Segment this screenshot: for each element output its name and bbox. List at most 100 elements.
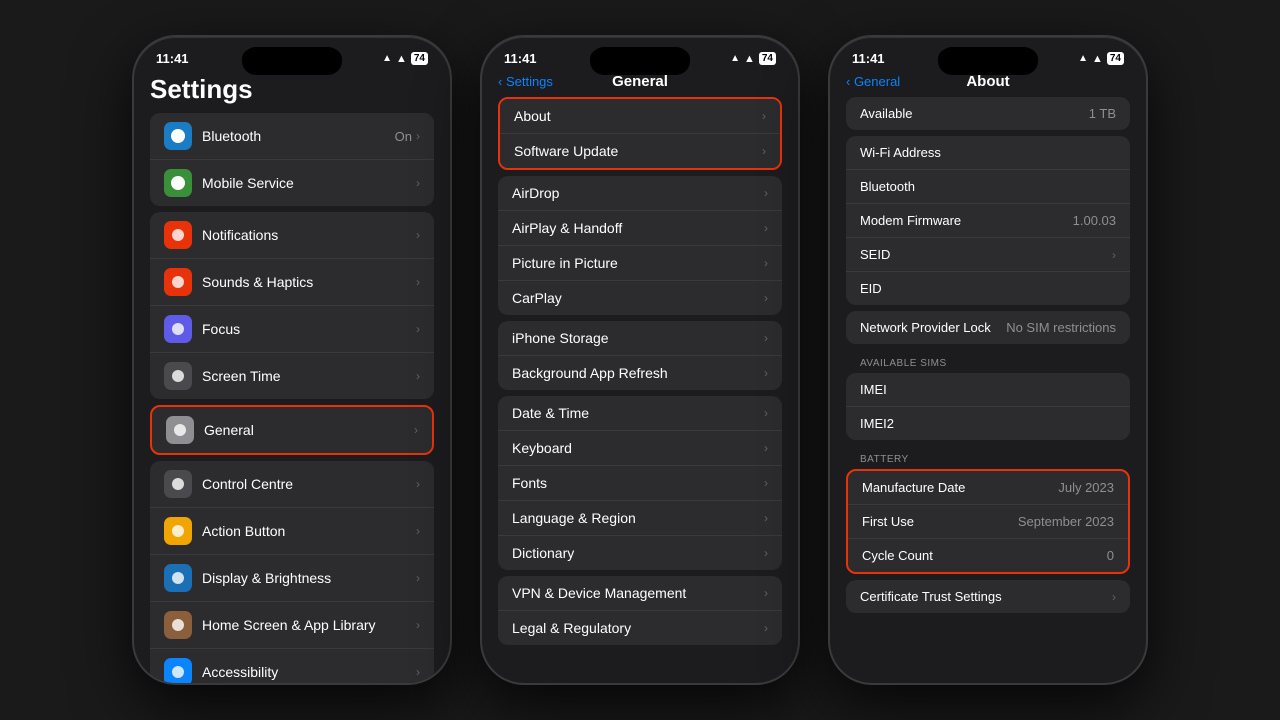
status-icons: ▲ ▲ 74 — [1078, 52, 1124, 65]
general-item-label: Date & Time — [512, 405, 764, 421]
about-group-1: Network Provider LockNo SIM restrictions — [846, 311, 1130, 344]
chevron-right-icon: › — [764, 291, 768, 305]
phones-container: 11:41 ▲ ▲ 74 Settings Bluetooth On › Mobile … — [0, 35, 1280, 685]
settings-item[interactable]: General› — [152, 407, 432, 453]
settings-item-value: On — [395, 129, 412, 144]
chevron-right-icon: › — [762, 144, 766, 158]
general-item[interactable]: CarPlay› — [498, 281, 782, 315]
general-item[interactable]: Language & Region› — [498, 501, 782, 536]
settings-item-label: Focus — [202, 321, 416, 337]
settings-item[interactable]: Sounds & Haptics› — [150, 259, 434, 306]
general-item[interactable]: AirPlay & Handoff› — [498, 211, 782, 246]
about-item: IMEI2 — [846, 407, 1130, 440]
settings-group-2: Control Centre›Action Button›Display & B… — [150, 461, 434, 684]
settings-item[interactable]: Accessibility› — [150, 649, 434, 684]
chevron-right-icon: › — [416, 275, 420, 289]
about-item-label: First Use — [862, 514, 914, 529]
about-top-group: Available 1 TB — [846, 97, 1130, 130]
general-item[interactable]: Fonts› — [498, 466, 782, 501]
general-group-0: About›Software Update› — [498, 97, 782, 170]
about-item-label: Wi-Fi Address — [860, 145, 941, 160]
general-item[interactable]: Date & Time› — [498, 396, 782, 431]
general-item-label: Language & Region — [512, 510, 764, 526]
chevron-right-icon: › — [764, 366, 768, 380]
chevron-right-icon: › — [416, 322, 420, 336]
chevron-right-icon: › — [416, 665, 420, 679]
settings-item[interactable]: Screen Time› — [150, 353, 434, 399]
settings-item-label: Home Screen & App Library — [202, 617, 416, 633]
settings-item[interactable]: Home Screen & App Library› — [150, 602, 434, 649]
settings-item[interactable]: Control Centre› — [150, 461, 434, 508]
chevron-right-icon: › — [764, 406, 768, 420]
general-item-label: Fonts — [512, 475, 764, 491]
chevron-right-icon: › — [764, 511, 768, 525]
about-item-label: SEID — [860, 247, 890, 262]
general-group-3: Date & Time›Keyboard›Fonts›Language & Re… — [498, 396, 782, 570]
about-item-label: EID — [860, 281, 882, 296]
alert-icon: ▲ — [382, 53, 392, 64]
general-item-label: Dictionary — [512, 545, 764, 561]
general-item[interactable]: VPN & Device Management› — [498, 576, 782, 611]
general-item[interactable]: About› — [500, 99, 780, 134]
settings-item[interactable]: BluetoothOn› — [150, 113, 434, 160]
about-item[interactable]: SEID› — [846, 238, 1130, 272]
settings-item-label: General — [204, 422, 414, 438]
chevron-right-icon: › — [764, 586, 768, 600]
general-item-label: Legal & Regulatory — [512, 620, 764, 636]
dynamic-island — [590, 47, 690, 75]
page-title: Settings — [134, 70, 450, 113]
settings-item-icon — [164, 268, 192, 296]
settings-item[interactable]: Action Button› — [150, 508, 434, 555]
about-item: IMEI — [846, 373, 1130, 407]
about-item[interactable]: Certificate Trust Settings› — [846, 580, 1130, 613]
settings-item-icon — [164, 169, 192, 197]
section-label: AVAILABLE SIMS — [846, 350, 1130, 373]
about-item: First UseSeptember 2023 — [848, 505, 1128, 539]
wifi-icon: ▲ — [1092, 53, 1103, 65]
about-item: Modem Firmware1.00.03 — [846, 204, 1130, 238]
settings-item-icon — [164, 611, 192, 639]
general-item[interactable]: Software Update› — [500, 134, 780, 168]
general-item[interactable]: Picture in Picture› — [498, 246, 782, 281]
general-item[interactable]: Dictionary› — [498, 536, 782, 570]
settings-item[interactable]: Focus› — [150, 306, 434, 353]
status-time: 11:41 — [156, 51, 189, 66]
about-item: Cycle Count0 — [848, 539, 1128, 572]
status-time: 11:41 — [852, 51, 885, 66]
phone-settings: 11:41 ▲ ▲ 74 SettingsBluetoothOn›Mobile … — [132, 35, 452, 685]
nav-back-button[interactable]: ‹ Settings — [498, 74, 553, 89]
settings-item[interactable]: Mobile Service› — [150, 160, 434, 206]
settings-item-label: Display & Brightness — [202, 570, 416, 586]
general-group-2: iPhone Storage›Background App Refresh› — [498, 321, 782, 390]
about-group-3: Manufacture DateJuly 2023First UseSeptem… — [846, 469, 1130, 574]
settings-item-icon — [164, 470, 192, 498]
about-item-label: Certificate Trust Settings — [860, 589, 1002, 604]
about-item-label: Bluetooth — [860, 179, 915, 194]
status-time: 11:41 — [504, 51, 537, 66]
settings-item-icon — [164, 221, 192, 249]
settings-item-label: Notifications — [202, 227, 416, 243]
settings-item-icon — [164, 315, 192, 343]
wifi-icon: ▲ — [744, 53, 755, 65]
general-item[interactable]: Keyboard› — [498, 431, 782, 466]
nav-back-button[interactable]: ‹ General — [846, 74, 900, 89]
about-item: Bluetooth — [846, 170, 1130, 204]
general-item-label: CarPlay — [512, 290, 764, 306]
general-item[interactable]: Background App Refresh› — [498, 356, 782, 390]
general-item-label: VPN & Device Management — [512, 585, 764, 601]
settings-item-label: Action Button — [202, 523, 416, 539]
settings-item[interactable]: Display & Brightness› — [150, 555, 434, 602]
general-item-label: Background App Refresh — [512, 365, 764, 381]
battery-icon: 74 — [1107, 52, 1124, 65]
general-item[interactable]: iPhone Storage› — [498, 321, 782, 356]
about-item-value: 0 — [1107, 548, 1114, 563]
chevron-right-icon: › — [416, 369, 420, 383]
chevron-right-icon: › — [416, 571, 420, 585]
general-item[interactable]: Legal & Regulatory› — [498, 611, 782, 645]
settings-item[interactable]: Notifications› — [150, 212, 434, 259]
status-icons: ▲ ▲ 74 — [382, 52, 428, 65]
chevron-right-icon: › — [416, 129, 420, 143]
chevron-right-icon: › — [764, 441, 768, 455]
chevron-right-icon: › — [764, 186, 768, 200]
general-item[interactable]: AirDrop› — [498, 176, 782, 211]
